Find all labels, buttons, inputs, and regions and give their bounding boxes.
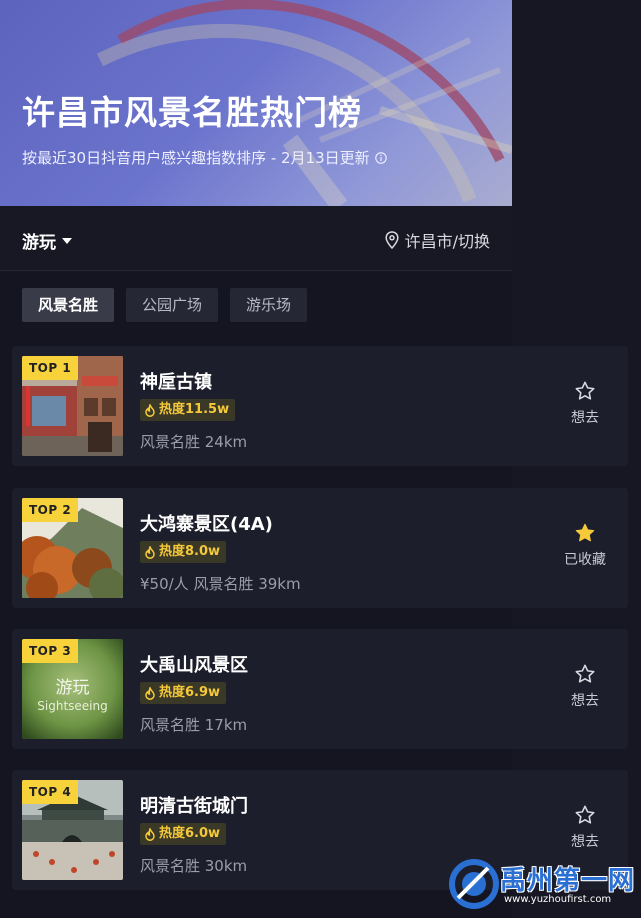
heat-badge: 热度6.9w <box>140 682 227 704</box>
fav-label: 想去 <box>571 834 599 850</box>
thumb-title: 游玩 <box>55 678 90 698</box>
watermark-title: 禹州第一网 <box>500 866 636 896</box>
ranking-page: 许昌市风景名胜热门榜 按最近30日抖音用户感兴趣指数排序 - 2月13日更新 游… <box>0 0 641 918</box>
rank-badge: TOP 4 <box>22 780 79 804</box>
city-switch-button[interactable]: 许昌市/切换 <box>385 228 490 252</box>
spot-meta: ¥50/人 风景名胜 39km <box>140 575 301 593</box>
page-title: 许昌市风景名胜热门榜 <box>22 93 362 132</box>
heat-value: 热度8.0w <box>159 544 221 559</box>
spot-meta: 风景名胜 17km <box>140 716 248 734</box>
ranking-card-1[interactable]: TOP 1 神垕古镇 热度11.5w 风景名胜 24km 想去 <box>12 346 628 466</box>
rank-badge: TOP 3 <box>22 639 79 663</box>
chevron-down-icon <box>62 237 72 244</box>
site-watermark: 禹州第一网 www.yuzhoufirst.com <box>448 856 638 914</box>
thumbnail-image: TOP 2 <box>22 498 123 598</box>
category-dropdown[interactable]: 游玩 <box>22 228 72 253</box>
rank-badge: TOP 1 <box>22 356 79 380</box>
want-to-go-button[interactable]: 想去 <box>556 663 614 710</box>
thumbnail-image: 游玩 Sightseeing TOP 3 <box>22 639 123 739</box>
heat-badge: 热度8.0w <box>140 541 227 563</box>
flame-icon <box>145 686 155 700</box>
tab-amusement-parks[interactable]: 游乐场 <box>230 288 308 322</box>
spot-name: 大鸿寨景区(4A) <box>140 514 273 535</box>
tab-scenic-spots[interactable]: 风景名胜 <box>22 288 115 322</box>
thumb-subtitle: Sightseeing <box>37 699 108 713</box>
thumbnail-image: TOP 4 <box>22 780 123 880</box>
star-outline-icon <box>575 664 595 683</box>
watermark-url: www.yuzhoufirst.com <box>504 894 612 905</box>
flame-icon <box>145 827 155 841</box>
page-subtitle: 按最近30日抖音用户感兴趣指数排序 - 2月13日更新 <box>22 147 387 168</box>
heat-badge: 热度11.5w <box>140 399 236 421</box>
spot-meta: 风景名胜 30km <box>140 857 248 875</box>
category-label: 游玩 <box>22 233 56 253</box>
flame-icon <box>145 545 155 559</box>
fav-label: 已收藏 <box>564 552 606 568</box>
location-pin-icon <box>385 231 399 249</box>
flame-icon <box>145 403 155 417</box>
tab-parks-squares[interactable]: 公园广场 <box>126 288 219 322</box>
subcategory-tabs: 风景名胜 公园广场 游乐场 <box>22 288 308 322</box>
city-label: 许昌市/切换 <box>404 232 490 251</box>
thumbnail-image: TOP 1 <box>22 356 123 456</box>
hero-banner: 许昌市风景名胜热门榜 按最近30日抖音用户感兴趣指数排序 - 2月13日更新 <box>0 0 512 206</box>
spot-meta: 风景名胜 24km <box>140 433 248 451</box>
heat-value: 热度6.0w <box>159 826 221 841</box>
rank-badge: TOP 2 <box>22 498 79 522</box>
info-icon[interactable] <box>374 151 387 164</box>
want-to-go-button[interactable]: 想去 <box>556 804 614 851</box>
heat-value: 热度6.9w <box>159 685 221 700</box>
heat-badge: 热度6.0w <box>140 823 227 845</box>
want-to-go-button[interactable]: 想去 <box>556 380 614 427</box>
fav-label: 想去 <box>571 693 599 709</box>
ranking-card-2[interactable]: TOP 2 大鸿寨景区(4A) 热度8.0w ¥50/人 风景名胜 39km 已… <box>12 488 628 608</box>
star-outline-icon <box>575 805 595 824</box>
ranking-card-3[interactable]: 游玩 Sightseeing TOP 3 大禹山风景区 热度6.9w 风景名胜 … <box>12 629 628 749</box>
spot-name: 明清古街城门 <box>140 796 248 817</box>
heat-value: 热度11.5w <box>159 402 230 417</box>
subtitle-text: 按最近30日抖音用户感兴趣指数排序 - 2月13日更新 <box>22 149 370 167</box>
watermark-logo-icon <box>449 859 499 909</box>
star-filled-icon <box>575 523 595 542</box>
spot-name: 大禹山风景区 <box>140 655 248 676</box>
filter-bar: 游玩 许昌市/切换 <box>0 206 512 271</box>
saved-button[interactable]: 已收藏 <box>556 522 614 569</box>
spot-name: 神垕古镇 <box>140 372 212 393</box>
star-outline-icon <box>575 381 595 400</box>
fav-label: 想去 <box>571 410 599 426</box>
